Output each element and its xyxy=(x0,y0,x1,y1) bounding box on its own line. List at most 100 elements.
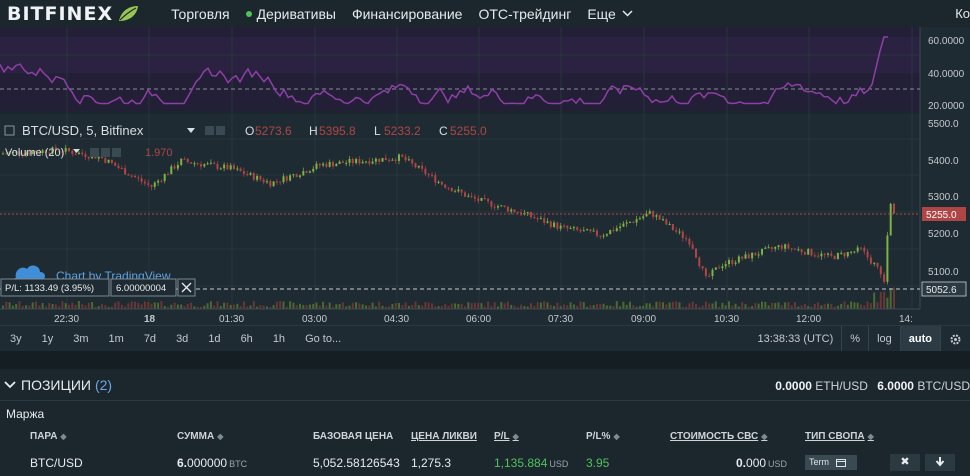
nav-right-truncated[interactable]: Ко xyxy=(955,6,970,21)
claim-position-button[interactable] xyxy=(925,454,955,471)
range-1h-button[interactable]: 1h xyxy=(263,333,295,345)
goto-date-button[interactable]: Go to... xyxy=(295,333,351,345)
range-1y-button[interactable]: 1y xyxy=(32,333,64,345)
volume-bar xyxy=(876,302,879,309)
volume-bar xyxy=(216,301,219,309)
volume-bar xyxy=(820,305,823,309)
log-scale-button[interactable]: log xyxy=(868,326,900,352)
range-6h-button[interactable]: 6h xyxy=(231,333,263,345)
candle-body xyxy=(612,230,615,232)
volume-bar xyxy=(480,303,483,309)
volume-bar xyxy=(335,304,338,309)
candle-body xyxy=(163,174,166,181)
volume-bar xyxy=(563,304,565,309)
gear-icon[interactable] xyxy=(216,126,225,135)
percent-scale-button[interactable]: % xyxy=(841,326,868,352)
nav-trading[interactable]: Торговля xyxy=(171,6,229,22)
candle-body xyxy=(800,249,803,253)
range-7d-button[interactable]: 7d xyxy=(134,333,166,345)
volume-bar xyxy=(54,304,57,309)
volume-bar xyxy=(530,303,532,309)
volume-bar xyxy=(401,305,404,309)
volume-bar xyxy=(728,301,730,309)
candle-body xyxy=(592,230,595,232)
margin-section-label: Маржа xyxy=(6,407,45,421)
volume-indicator-value: 1.970 xyxy=(145,147,173,159)
close-position-button[interactable]: ✖ xyxy=(890,454,920,471)
range-3m-button[interactable]: 3m xyxy=(63,333,98,345)
candle-body xyxy=(305,171,308,173)
volume-bar xyxy=(236,303,239,309)
range-3y-button[interactable]: 3y xyxy=(0,333,32,345)
volume-bar xyxy=(893,287,895,309)
close-icon[interactable] xyxy=(112,148,121,157)
volume-bar xyxy=(579,301,582,309)
chart-canvas[interactable]: 60.0000 40.0000 20.0000 5500.0 5400.0 53… xyxy=(0,27,970,325)
nav-derivatives[interactable]: Деривативы xyxy=(245,6,336,22)
candle-body xyxy=(411,159,414,164)
gear-icon[interactable] xyxy=(101,148,110,157)
candle-body xyxy=(833,255,836,260)
candle-body xyxy=(282,176,285,183)
volume-bar xyxy=(292,302,295,309)
ohlc-open-value: 5273.6 xyxy=(255,124,292,138)
column-header-base-price[interactable]: БАЗОВАЯ ЦЕНА xyxy=(313,431,393,442)
volume-bar xyxy=(137,302,140,309)
column-header-liq-price[interactable]: ЦЕНА ЛИКВИ xyxy=(411,431,477,442)
nav-more[interactable]: Еще xyxy=(587,6,633,22)
swap-type-select[interactable]: Term xyxy=(805,455,857,470)
column-header-pl[interactable]: P/L ◆ xyxy=(494,431,519,442)
candle-body xyxy=(68,147,70,152)
eye-icon[interactable] xyxy=(205,126,214,135)
eth-pair-label: ETH/USD xyxy=(815,379,868,393)
volume-bar xyxy=(543,301,546,309)
bitfinex-logo[interactable]: BITFINEX xyxy=(7,3,139,25)
caret-down-icon[interactable] xyxy=(187,128,195,133)
nav-otc[interactable]: OTC-трейдинг xyxy=(478,6,571,22)
candle-body xyxy=(869,257,872,264)
candle-body xyxy=(143,181,146,184)
volume-bar xyxy=(147,302,150,309)
nav-funding[interactable]: Финансирование xyxy=(352,6,463,22)
swap-integer: 0. xyxy=(736,456,747,470)
position-pl-text: P/L: 1133.49 (3.95%) xyxy=(5,283,94,294)
volume-bar xyxy=(371,302,374,309)
range-3d-button[interactable]: 3d xyxy=(166,333,198,345)
utc-clock[interactable]: 13:38:33 (UTC) xyxy=(749,326,841,352)
volume-bar xyxy=(830,303,833,309)
candle-body xyxy=(384,157,387,161)
candle-body xyxy=(685,238,688,240)
candle-body xyxy=(193,163,196,165)
collapse-legend-icon[interactable] xyxy=(4,125,15,136)
volume-bar xyxy=(671,301,674,309)
column-header-amount[interactable]: СУММА ◆ xyxy=(177,431,223,442)
candle-body xyxy=(242,171,245,174)
volume-bar xyxy=(645,303,648,309)
column-header-pair[interactable]: ПАРА ◆ xyxy=(30,431,67,442)
volume-bar xyxy=(153,302,156,309)
column-header-swap-cost[interactable]: СТОИМОСТЬ СВС ◆ xyxy=(670,431,767,442)
column-header-swap-type[interactable]: ТИП СВОПА ◆ xyxy=(805,431,874,442)
candle-body xyxy=(190,162,193,164)
candle-body xyxy=(820,253,823,257)
column-header-pl-pct[interactable]: P/L% ◆ xyxy=(586,431,620,442)
volume-bar xyxy=(424,302,427,309)
volume-bar xyxy=(675,301,678,309)
candle-body xyxy=(668,224,671,226)
range-1m-button[interactable]: 1m xyxy=(99,333,134,345)
auto-scale-button[interactable]: auto xyxy=(899,326,940,352)
candle-body xyxy=(74,153,77,155)
volume-bar xyxy=(209,301,212,309)
candle-body xyxy=(213,162,216,164)
range-1d-button[interactable]: 1d xyxy=(198,333,230,345)
candle-body xyxy=(701,266,704,269)
volume-indicator-label: Volume (20) xyxy=(5,147,64,159)
chart-settings-button[interactable] xyxy=(940,326,970,352)
candle-body xyxy=(292,174,295,176)
candle-body xyxy=(407,159,410,161)
volume-bar xyxy=(668,302,671,309)
eye-icon[interactable] xyxy=(90,148,99,157)
volume-bar xyxy=(358,303,361,309)
price-chart[interactable]: 60.0000 40.0000 20.0000 5500.0 5400.0 53… xyxy=(0,27,970,325)
volume-bar xyxy=(120,304,123,309)
